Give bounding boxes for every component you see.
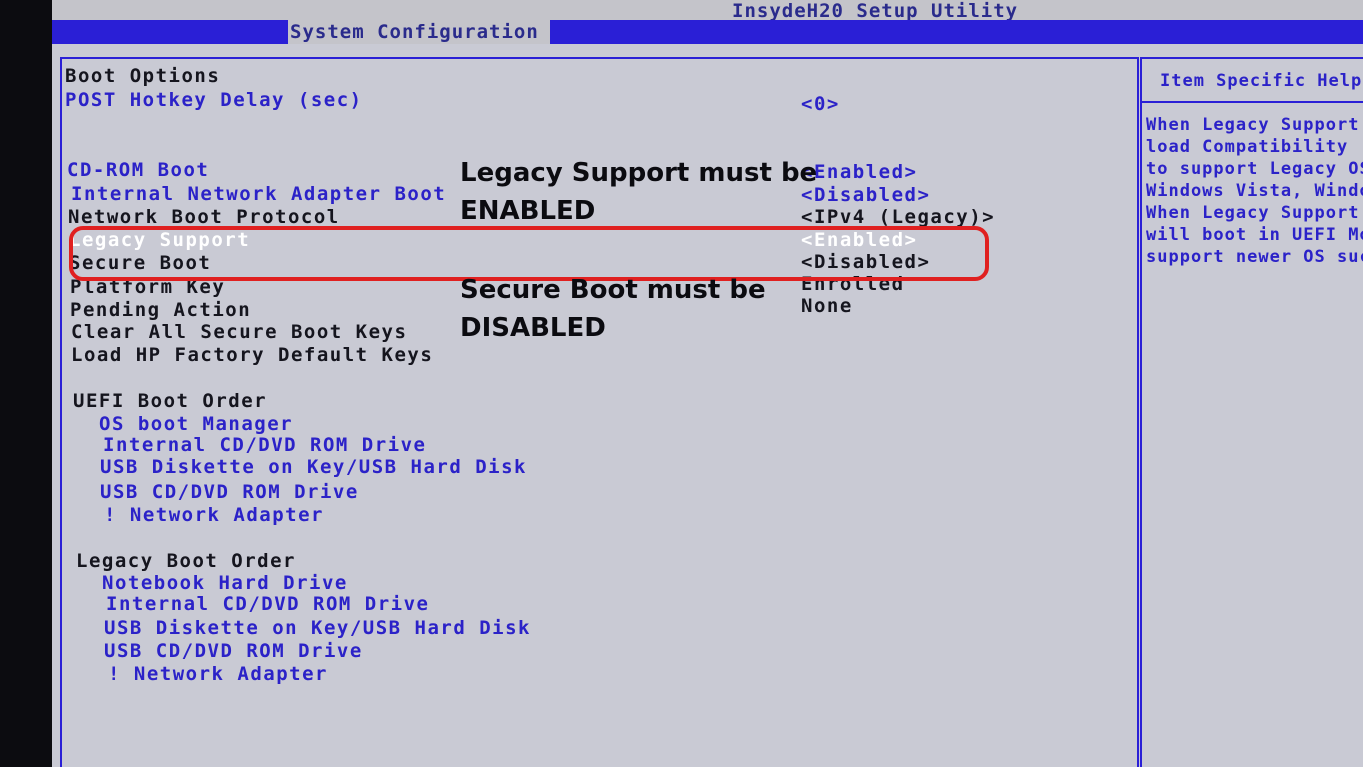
help-line: to support Legacy OS <box>1146 159 1363 179</box>
legacy-boot-order-heading: Legacy Boot Order <box>76 550 296 572</box>
secure-boot-note: Secure Boot must be <box>460 275 766 305</box>
secure-boot-note: DISABLED <box>460 313 606 343</box>
tab-system-configuration[interactable]: System Configuration <box>288 20 550 44</box>
uefi-boot-item[interactable]: ! Network Adapter <box>104 504 324 526</box>
uefi-boot-item[interactable]: USB CD/DVD ROM Drive <box>100 481 359 503</box>
help-heading: Item Specific Help <box>1160 71 1363 91</box>
uefi-boot-item[interactable]: Internal CD/DVD ROM Drive <box>103 434 426 456</box>
internal-network-adapter-boot-value[interactable]: <Disabled> <box>801 184 930 206</box>
pending-action-option: Pending Action <box>70 299 252 321</box>
help-line: Windows Vista, Windows <box>1146 181 1363 201</box>
uefi-boot-item[interactable]: USB Diskette on Key/USB Hard Disk <box>100 456 527 478</box>
post-hotkey-delay-option[interactable]: POST Hotkey Delay (sec) <box>65 89 363 111</box>
legacy-boot-item[interactable]: USB CD/DVD ROM Drive <box>104 640 363 662</box>
help-line: When Legacy Support <box>1146 203 1360 223</box>
legacy-support-note: Legacy Support must be <box>460 158 818 188</box>
uefi-boot-item[interactable]: OS boot Manager <box>99 413 293 435</box>
cdrom-boot-value[interactable]: <Enabled> <box>801 161 917 183</box>
help-line: will boot in UEFI Mode <box>1146 225 1363 245</box>
legacy-support-note: ENABLED <box>460 196 596 226</box>
help-line: support newer OS such <box>1146 247 1363 267</box>
legacy-boot-item[interactable]: USB Diskette on Key/USB Hard Disk <box>104 617 531 639</box>
boot-options-heading: Boot Options <box>65 65 221 87</box>
internal-network-adapter-boot-option[interactable]: Internal Network Adapter Boot <box>71 183 446 205</box>
uefi-boot-order-heading: UEFI Boot Order <box>73 390 268 412</box>
legacy-boot-item[interactable]: Internal CD/DVD ROM Drive <box>106 593 429 615</box>
network-boot-protocol-value[interactable]: <IPv4 (Legacy)> <box>801 206 995 228</box>
load-hp-factory-keys-option[interactable]: Load HP Factory Default Keys <box>71 344 433 366</box>
help-line: When Legacy Support <box>1146 115 1360 135</box>
app-title: InsydeH20 Setup Utility <box>732 0 1019 22</box>
bios-screen: InsydeH20 Setup Utility System Configura… <box>52 0 1363 767</box>
menu-bar: System Configuration <box>52 20 1363 44</box>
pending-action-value: None <box>801 295 853 317</box>
network-boot-protocol-option[interactable]: Network Boot Protocol <box>68 206 340 228</box>
legacy-boot-item[interactable]: Notebook Hard Drive <box>102 572 348 594</box>
legacy-boot-item[interactable]: ! Network Adapter <box>108 663 328 685</box>
help-line: load Compatibility <box>1146 137 1349 157</box>
post-hotkey-delay-value[interactable]: <0> <box>801 93 840 115</box>
title-bar: InsydeH20 Setup Utility <box>52 0 1363 22</box>
cdrom-boot-option[interactable]: CD-ROM Boot <box>67 159 209 181</box>
clear-secure-boot-keys-option[interactable]: Clear All Secure Boot Keys <box>71 321 407 343</box>
